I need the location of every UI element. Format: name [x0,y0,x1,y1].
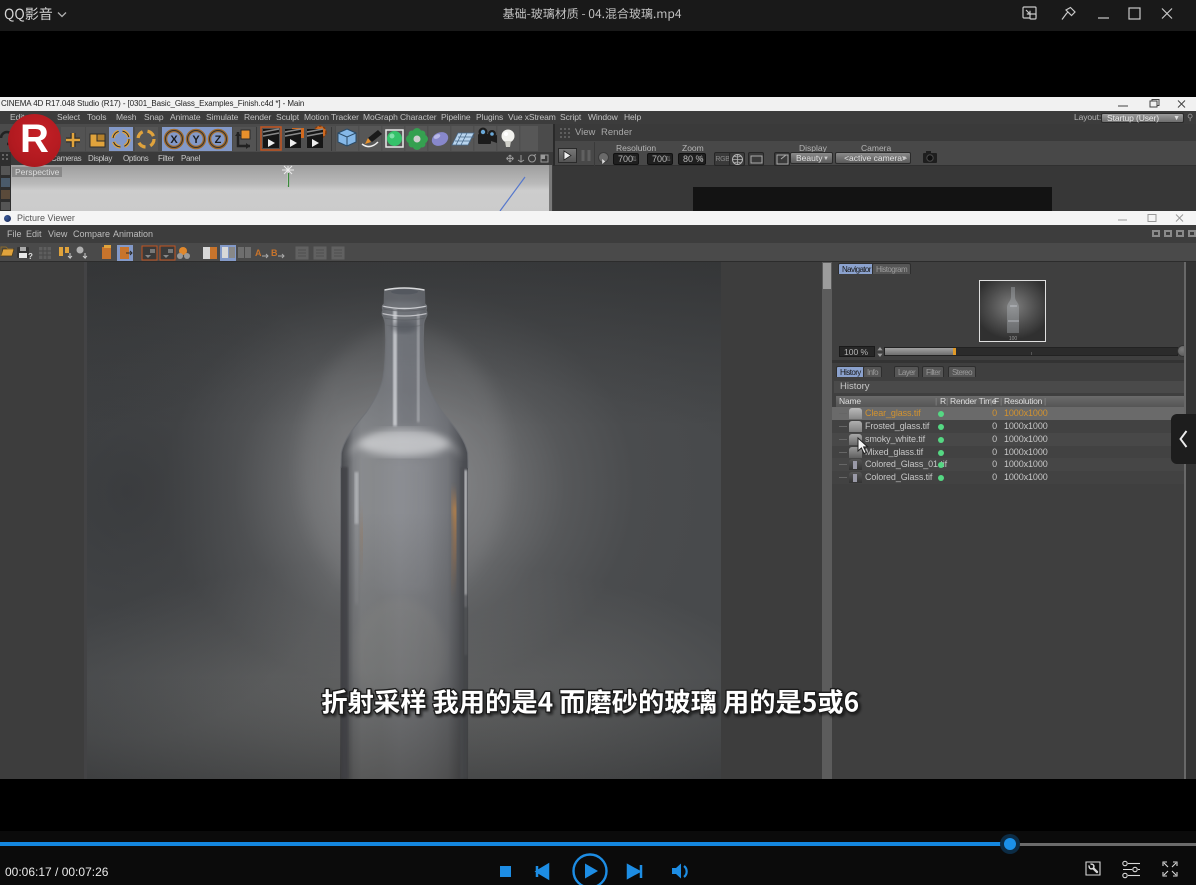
svg-text:A: A [255,248,262,258]
svg-text:Y: Y [192,134,200,146]
svg-text:?: ? [28,252,33,261]
svg-text:Z: Z [215,134,222,146]
svg-text:B: B [271,248,278,258]
svg-text:X: X [170,134,178,146]
